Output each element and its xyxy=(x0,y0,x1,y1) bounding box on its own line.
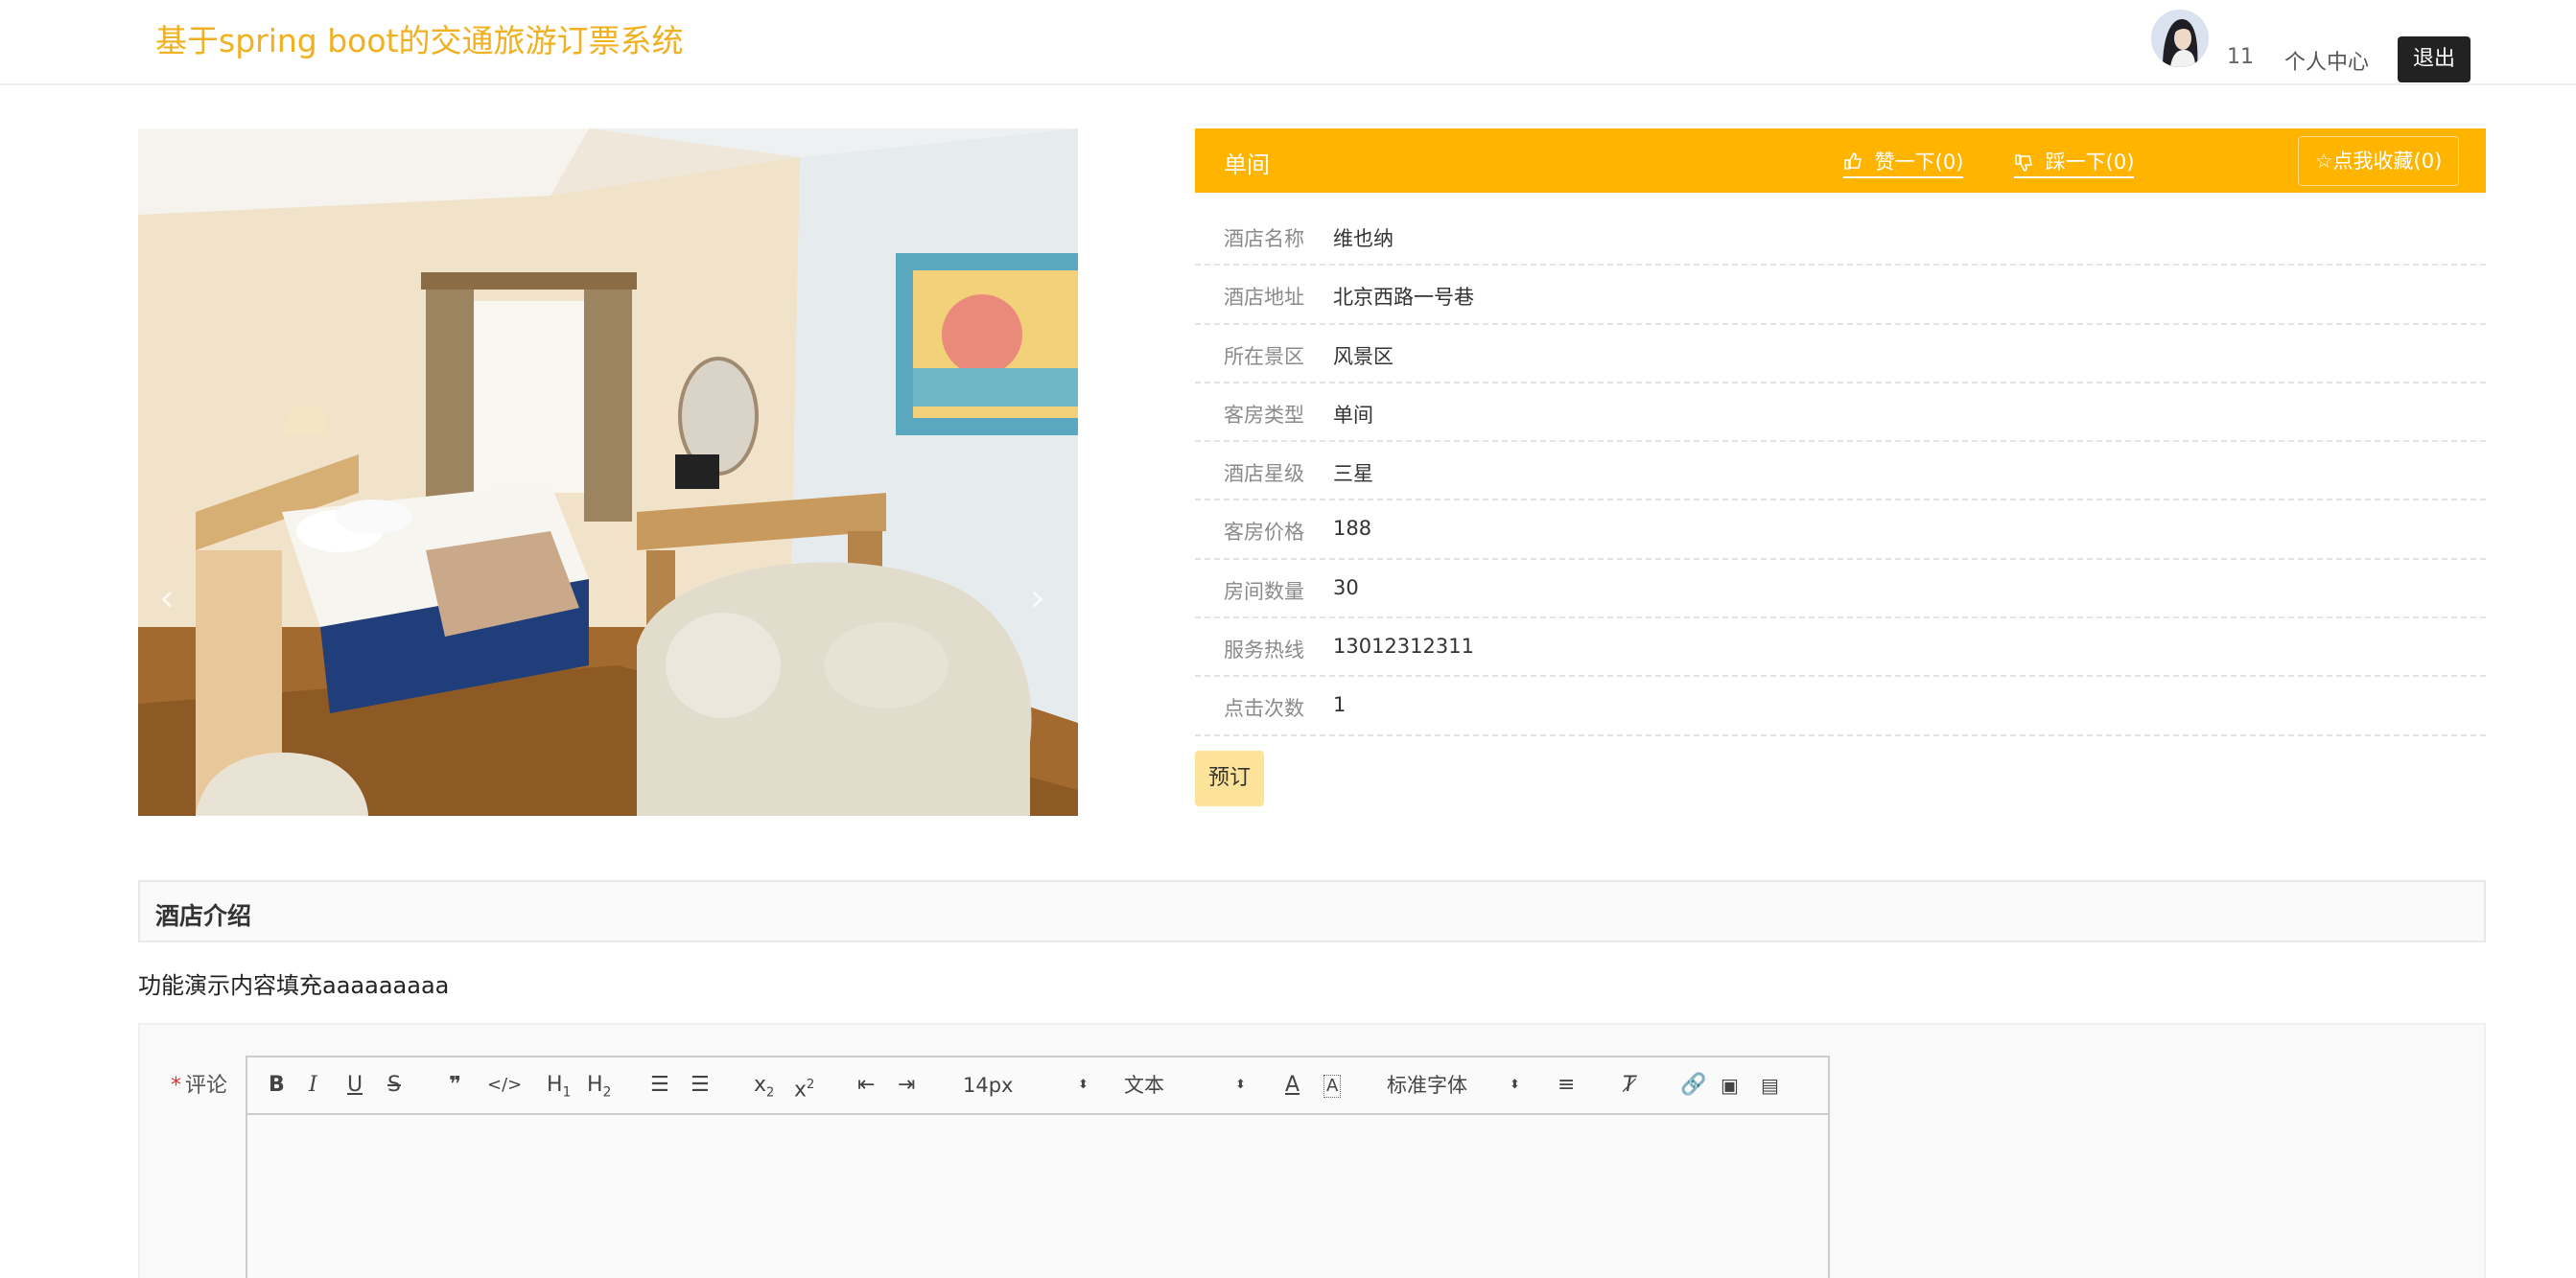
top-header: 基于spring boot的交通旅游订票系统 11 个人中心 退出 xyxy=(0,0,2576,85)
font-size-select[interactable]: 14px ⬍ xyxy=(963,1071,1089,1100)
video-icon[interactable]: ▤ xyxy=(1761,1071,1779,1100)
intro-text: 功能演示内容填充aaaaaaaaa xyxy=(138,972,450,999)
info-row-service-hotline: 服务热线 13012312311 xyxy=(1195,618,2486,678)
font-family-value: 标准字体 xyxy=(1387,1074,1467,1097)
text-color-icon[interactable]: A xyxy=(1285,1071,1300,1100)
text-style-select[interactable]: 文本 ⬍ xyxy=(1124,1071,1249,1100)
info-value: 北京西路一号巷 xyxy=(1333,286,1474,310)
dislike-button[interactable]: 踩一下(0) xyxy=(2014,147,2135,178)
carousel-prev-button[interactable]: ‹ xyxy=(159,579,175,617)
ordered-list-icon[interactable]: ☰ xyxy=(650,1071,669,1100)
image-icon[interactable]: ▣ xyxy=(1721,1071,1739,1100)
avatar[interactable] xyxy=(2151,10,2209,67)
info-label: 酒店星级 xyxy=(1224,462,1304,486)
info-row-hotel-name: 酒店名称 维也纳 xyxy=(1195,207,2486,267)
info-row-star-level: 酒店星级 三星 xyxy=(1195,442,2486,501)
info-row-room-count: 房间数量 30 xyxy=(1195,560,2486,619)
info-value: 维也纳 xyxy=(1333,227,1393,250)
heading-2-icon[interactable]: H2 xyxy=(587,1071,611,1106)
font-family-select[interactable]: 标准字体 ⬍ xyxy=(1387,1071,1521,1100)
info-value: 风景区 xyxy=(1333,344,1393,368)
info-row-scenic-area: 所在景区 风景区 xyxy=(1195,325,2486,383)
info-label: 酒店名称 xyxy=(1224,227,1304,250)
heading-1-icon[interactable]: H1 xyxy=(547,1071,571,1106)
strikethrough-icon[interactable]: S xyxy=(387,1071,401,1100)
align-icon[interactable]: ≡ xyxy=(1557,1071,1575,1100)
select-caret-icon: ⬍ xyxy=(1235,1078,1246,1092)
superscript-icon[interactable]: x2 xyxy=(794,1071,814,1104)
logout-button[interactable]: 退出 xyxy=(2398,36,2471,82)
intro-title: 酒店介绍 xyxy=(155,902,252,930)
text-style-value: 文本 xyxy=(1124,1074,1164,1097)
room-detail-header: 单间 赞一下(0) 踩一下(0) ☆点我收藏(0) xyxy=(1195,128,2486,193)
required-mark: * xyxy=(171,1074,181,1098)
carousel-next-button[interactable]: › xyxy=(1030,579,1045,617)
dislike-label: 踩一下(0) xyxy=(2045,151,2135,174)
site-title[interactable]: 基于spring boot的交通旅游订票系统 xyxy=(155,19,684,63)
underline-icon[interactable]: U xyxy=(347,1071,363,1100)
hotel-info-list: 酒店名称 维也纳 酒店地址 北京西路一号巷 所在景区 风景区 客房类型 单间 酒… xyxy=(1195,207,2486,736)
username[interactable]: 11 xyxy=(2227,45,2254,69)
like-button[interactable]: 赞一下(0) xyxy=(1843,147,1964,178)
info-row-hotel-address: 酒店地址 北京西路一号巷 xyxy=(1195,266,2486,325)
info-value: 1 xyxy=(1333,693,1347,717)
comment-label: * 评论 xyxy=(171,1068,227,1099)
star-icon: ☆ xyxy=(2314,150,2333,173)
info-row-room-type: 客房类型 单间 xyxy=(1195,383,2486,443)
info-label: 客房类型 xyxy=(1224,403,1304,427)
bold-icon[interactable]: B xyxy=(269,1071,285,1100)
italic-icon[interactable]: I xyxy=(309,1071,317,1100)
blockquote-icon[interactable]: ❞ xyxy=(449,1071,461,1100)
comment-form: * 评论 B I U S ❞ </> H1 H2 ☰ ☰ x2 x2 ⇤ ⇥ 14… xyxy=(138,1023,2486,1278)
info-label: 点击次数 xyxy=(1224,697,1304,721)
info-value: 30 xyxy=(1333,575,1359,599)
thumbs-down-icon xyxy=(2014,151,2046,174)
like-label: 赞一下(0) xyxy=(1874,151,1964,174)
indent-icon[interactable]: ⇥ xyxy=(898,1071,915,1100)
personal-center-link[interactable]: 个人中心 xyxy=(2284,45,2369,76)
room-title: 单间 xyxy=(1224,151,1270,178)
info-label: 服务热线 xyxy=(1224,639,1304,662)
room-image-carousel: ‹ › xyxy=(138,128,1078,816)
info-label: 所在景区 xyxy=(1224,344,1304,368)
subscript-icon[interactable]: x2 xyxy=(754,1071,774,1107)
comment-label-text: 评论 xyxy=(185,1074,228,1098)
bullet-list-icon[interactable]: ☰ xyxy=(691,1071,710,1100)
info-label: 房间数量 xyxy=(1224,579,1304,603)
intro-section-header: 酒店介绍 xyxy=(138,880,2486,942)
favorite-label: 点我收藏(0) xyxy=(2332,150,2443,173)
link-icon[interactable]: 🔗 xyxy=(1680,1071,1706,1100)
info-row-click-count: 点击次数 1 xyxy=(1195,677,2486,736)
favorite-button[interactable]: ☆点我收藏(0) xyxy=(2298,136,2459,186)
code-block-icon[interactable]: </> xyxy=(487,1071,522,1100)
info-row-room-price: 客房价格 188 xyxy=(1195,500,2486,560)
editor-toolbar: B I U S ❞ </> H1 H2 ☰ ☰ x2 x2 ⇤ ⇥ 14px ⬍… xyxy=(247,1057,1828,1115)
font-size-value: 14px xyxy=(963,1074,1014,1097)
background-color-icon[interactable]: A xyxy=(1323,1075,1342,1098)
info-value: 188 xyxy=(1333,517,1372,541)
outdent-icon[interactable]: ⇤ xyxy=(857,1071,875,1100)
book-button[interactable]: 预订 xyxy=(1195,751,1264,806)
clear-format-icon[interactable]: T̷ xyxy=(1623,1071,1635,1100)
info-value: 三星 xyxy=(1333,462,1373,486)
comment-rich-editor: B I U S ❞ </> H1 H2 ☰ ☰ x2 x2 ⇤ ⇥ 14px ⬍… xyxy=(246,1056,1830,1278)
info-label: 酒店地址 xyxy=(1224,286,1304,310)
info-value: 13012312311 xyxy=(1333,635,1474,659)
hotel-room-photo xyxy=(138,128,1078,816)
select-caret-icon: ⬍ xyxy=(1078,1078,1089,1092)
info-value: 单间 xyxy=(1333,403,1373,427)
info-label: 客房价格 xyxy=(1224,521,1304,545)
select-caret-icon: ⬍ xyxy=(1510,1078,1520,1092)
thumbs-up-icon xyxy=(1843,151,1875,174)
